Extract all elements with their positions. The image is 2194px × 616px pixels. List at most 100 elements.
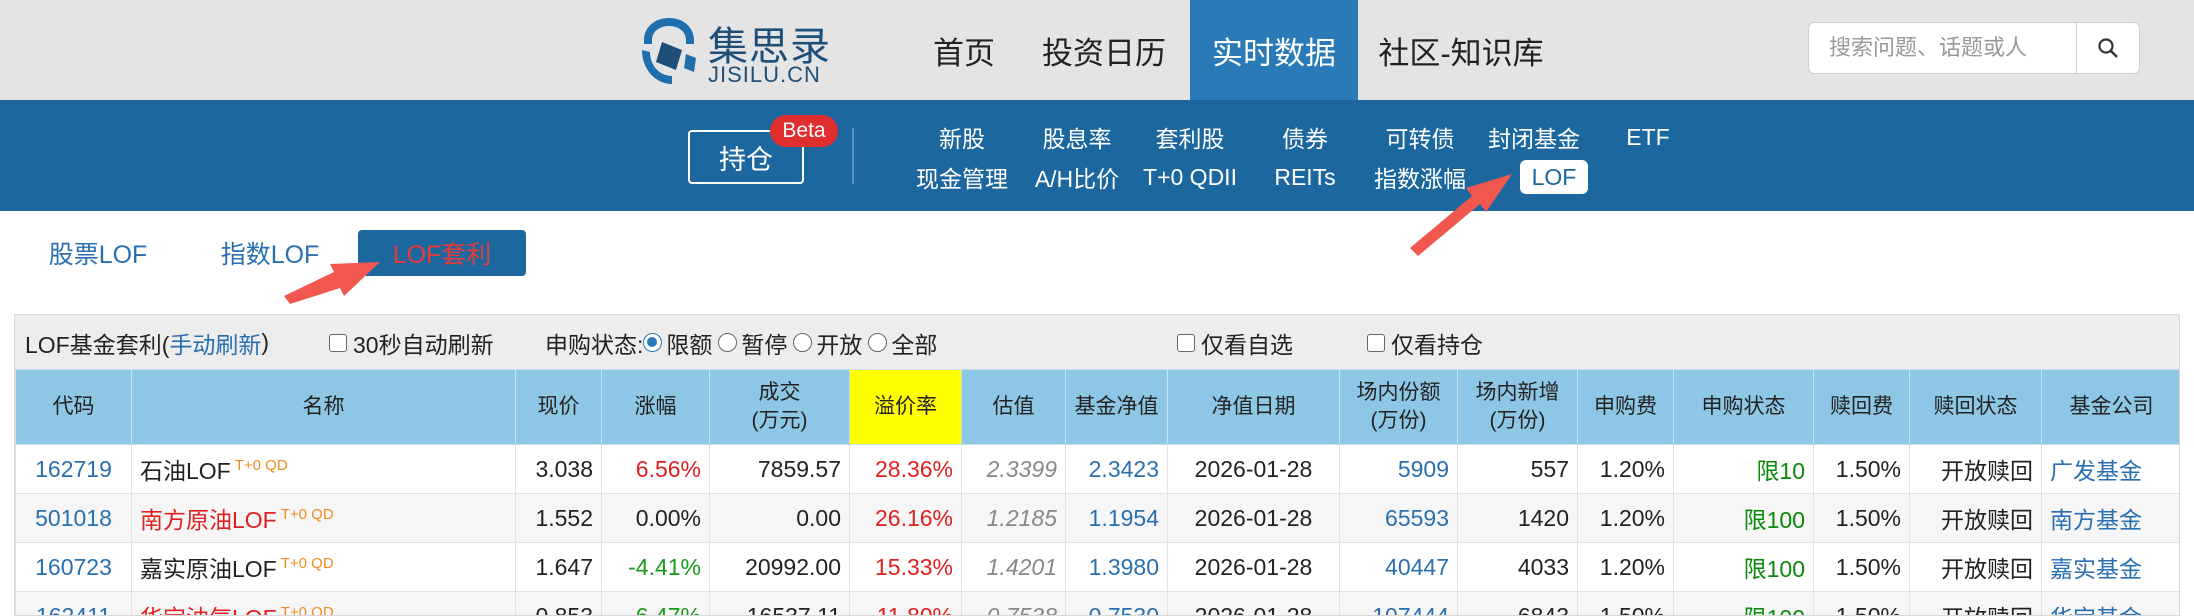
table-row[interactable]: 501018 南方原油LOF T+0 QD 1.552 0.00% 0.00 26.16% 1… (15, 493, 2179, 543)
nav-home[interactable]: 首页 (916, 0, 1012, 100)
subnav-convertible-bonds[interactable]: 可转债 (1386, 120, 1455, 154)
tab-index-lof[interactable]: 指数LOF (208, 230, 332, 276)
search-input[interactable]: 搜索问题、话题或人 (1808, 22, 2078, 74)
column-header-text: 申购费 (1594, 395, 1657, 418)
cell-text: 5909 (1397, 455, 1449, 482)
holdings-only-toggle[interactable]: 仅看持仓 (1367, 315, 1483, 370)
column-header-premium[interactable]: 溢价率 (849, 369, 962, 445)
subnav-lof[interactable]: LOF (1520, 160, 1588, 194)
cell-buy-fee: 1.20% (1577, 444, 1674, 494)
cell-text: 嘉实原油LOF (140, 556, 277, 582)
subnav-t0-qdii[interactable]: T+0 QDII (1143, 160, 1237, 194)
column-header-name[interactable]: 名称 (131, 369, 516, 445)
cell-text: 40447 (1385, 553, 1449, 580)
cell-shares[interactable]: 107444 (1339, 591, 1458, 615)
cell-company[interactable]: 嘉实基金 (2041, 542, 2179, 592)
table-row[interactable]: 162411 华宝油气LOFT+0 QD 0.853 -6.47% 16537.11 11… (15, 591, 2179, 616)
cell-premium: 11.80% (849, 591, 962, 615)
cell-new-shares: 557 (1457, 444, 1578, 494)
subnav-dividend-yield[interactable]: 股息率 (1043, 120, 1112, 154)
column-header-buy-status[interactable]: 申购状态 (1673, 369, 1814, 445)
cell-nav[interactable]: 0.7530 (1065, 591, 1168, 616)
table-row[interactable]: 162719 石油LOF T+0 QD 3.038 6.56% 7859.57 28.36%… (15, 444, 2179, 494)
radio-paused[interactable] (718, 333, 738, 352)
watch-only-checkbox[interactable] (1177, 333, 1195, 352)
cell-company[interactable]: 华宝基金 (2041, 591, 2179, 615)
cell-shares[interactable]: 40447 (1339, 542, 1458, 592)
cell-code[interactable]: 162411 (15, 591, 132, 615)
cell-code[interactable]: 501018 (15, 493, 132, 543)
subnav-ah-ratio[interactable]: A/H比价 (1035, 160, 1119, 194)
cell-code[interactable]: 160723 (15, 542, 132, 592)
cell-text: 0.7530 (1088, 602, 1159, 616)
cell-company[interactable]: 广发基金 (2041, 444, 2179, 494)
subnav-reits[interactable]: REITs (1274, 160, 1335, 194)
nav-investment-calendar[interactable]: 投资日历 (1028, 0, 1180, 100)
cell-name[interactable]: 石油LOF T+0 QD (131, 444, 516, 494)
subnav-closed-fund[interactable]: 封闭基金 (1488, 120, 1580, 154)
cell-name[interactable]: 嘉实原油LOF T+0 QD (131, 542, 516, 592)
column-header-text: 成交 (758, 381, 801, 404)
column-header-text: 估值 (992, 395, 1035, 418)
radio-open[interactable] (793, 333, 813, 352)
column-header-change[interactable]: 涨幅 (601, 369, 710, 445)
cell-estimate: 1.2185 (961, 493, 1066, 543)
column-header-redeem-status[interactable]: 赎回状态 (1909, 369, 2042, 445)
cell-new-shares: 6843 (1457, 591, 1578, 615)
cell-text: 1.2185 (986, 504, 1057, 531)
column-header-new-shares[interactable]: 场内新增 (万份) (1457, 369, 1578, 445)
cell-text: 1.647 (535, 553, 593, 580)
watch-only-toggle[interactable]: 仅看自选 (1177, 315, 1293, 370)
cell-nav[interactable]: 1.3980 (1065, 542, 1168, 592)
cell-text: 6.56% (635, 455, 701, 482)
subnav-new-stock[interactable]: 新股 (939, 120, 985, 154)
search-button[interactable] (2076, 22, 2140, 74)
subnav-bonds[interactable]: 债券 (1282, 120, 1328, 154)
nav-realtime-data[interactable]: 实时数据 (1190, 0, 1358, 100)
cell-nav[interactable]: 1.1954 (1065, 493, 1168, 543)
subnav-etf[interactable]: ETF (1626, 120, 1669, 154)
cell-buy-fee: 1.20% (1577, 493, 1674, 543)
cell-change: -4.41% (601, 542, 710, 592)
column-header-nav[interactable]: 基金净值 (1065, 369, 1168, 445)
column-header-estimate[interactable]: 估值 (961, 369, 1066, 445)
lof-arbitrage-table: 代码 名称 现价 涨幅 成交 (万元) 溢价率 估值 基金净值 净值日期 场内份额 (万份) 场内新增 (… (15, 369, 2179, 616)
column-header-company[interactable]: 基金公司 (2041, 369, 2179, 445)
cell-name[interactable]: 南方原油LOF T+0 QD (131, 493, 516, 543)
cell-shares[interactable]: 65593 (1339, 493, 1458, 543)
radio-all[interactable] (868, 333, 888, 352)
column-header-price[interactable]: 现价 (515, 369, 602, 445)
subnav-index-change[interactable]: 指数涨幅 (1374, 160, 1466, 194)
table-row[interactable]: 160723 嘉实原油LOF T+0 QD 1.647 -4.41% 20992.00 15… (15, 542, 2179, 592)
cell-code[interactable]: 162719 (15, 444, 132, 494)
auto-refresh-toggle[interactable]: 30秒自动刷新 (329, 315, 494, 370)
cell-shares[interactable]: 5909 (1339, 444, 1458, 494)
cell-text: 1.50% (1835, 455, 1901, 482)
column-header-redeem-fee[interactable]: 赎回费 (1813, 369, 1910, 445)
site-logo[interactable]: 集思录 JISILU.CN (636, 12, 836, 88)
tab-lof-arbitrage[interactable]: LOF套利 (358, 230, 526, 276)
manual-refresh-link[interactable]: 手动刷新 (169, 326, 261, 360)
cell-text: 28.36% (874, 455, 953, 482)
column-header-nav-date[interactable]: 净值日期 (1167, 369, 1340, 445)
cell-company[interactable]: 南方基金 (2041, 493, 2179, 543)
cell-text: 1.20% (1599, 455, 1665, 482)
auto-refresh-checkbox[interactable] (329, 333, 347, 352)
cell-name[interactable]: 华宝油气LOFT+0 QD (131, 591, 516, 615)
holdings-only-checkbox[interactable] (1367, 333, 1385, 352)
cell-price: 1.647 (515, 542, 602, 592)
cell-text: 开放赎回 (1941, 458, 2033, 484)
radio-limited[interactable] (643, 333, 663, 352)
column-header-text: 代码 (52, 395, 95, 418)
cell-nav[interactable]: 2.3423 (1065, 444, 1168, 494)
column-header-buy-fee[interactable]: 申购费 (1577, 369, 1674, 445)
cell-text: 15.33% (874, 553, 953, 580)
nav-community[interactable]: 社区-知识库 (1372, 0, 1550, 100)
column-header-shares[interactable]: 场内份额 (万份) (1339, 369, 1458, 445)
column-header-code[interactable]: 代码 (15, 369, 132, 445)
cell-text: 65593 (1385, 504, 1449, 531)
tab-stock-lof[interactable]: 股票LOF (36, 230, 160, 276)
subnav-arbitrage-stock[interactable]: 套利股 (1156, 120, 1225, 154)
subnav-cash-management[interactable]: 现金管理 (916, 160, 1008, 194)
column-header-volume[interactable]: 成交 (万元) (709, 369, 850, 445)
